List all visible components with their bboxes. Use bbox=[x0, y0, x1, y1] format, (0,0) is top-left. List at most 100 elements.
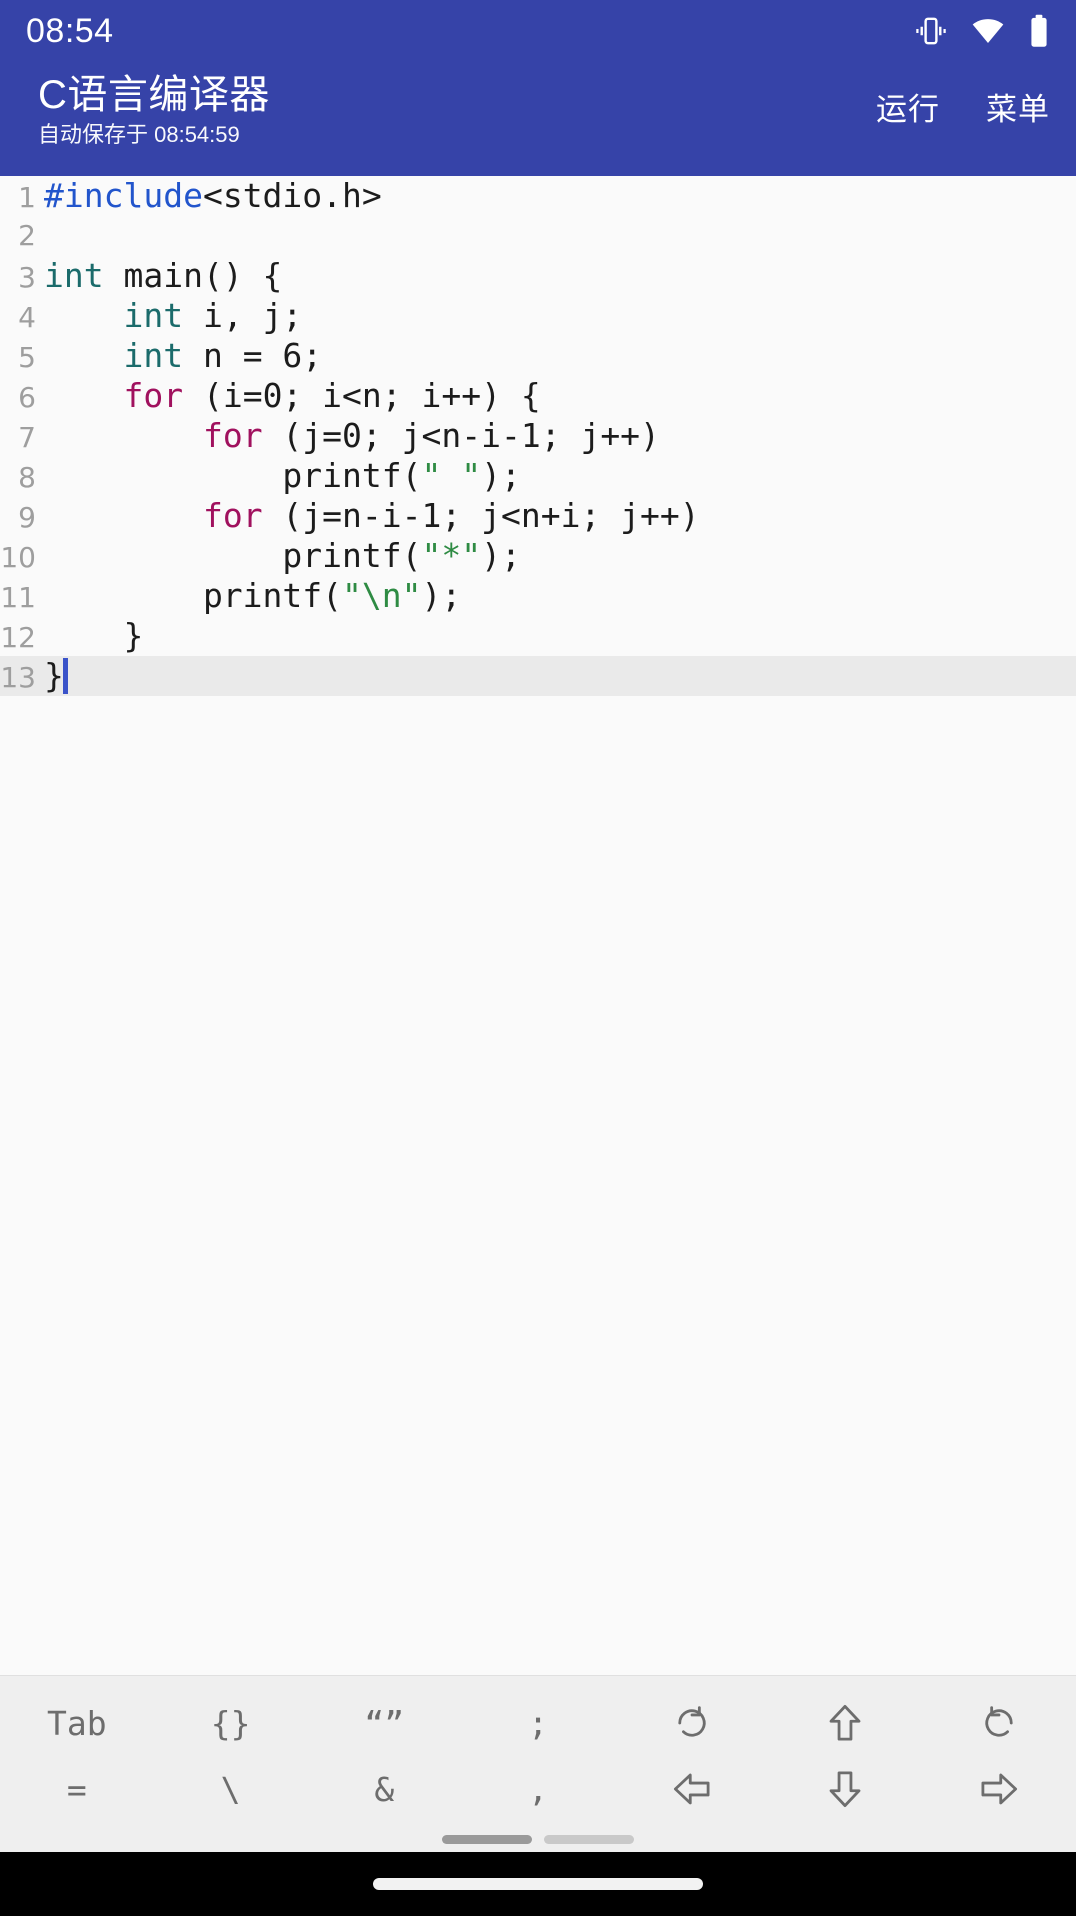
menu-button[interactable]: 菜单 bbox=[986, 84, 1050, 129]
code-line[interactable]: 4 int i, j; bbox=[0, 296, 1076, 336]
line-number: 9 bbox=[18, 501, 36, 534]
code-line-text[interactable]: for (j=n-i-1; j<n+i; j++) bbox=[36, 496, 1076, 536]
scroll-segment-inactive bbox=[544, 1834, 634, 1844]
undo-icon bbox=[671, 1702, 713, 1744]
key-braces-label: {} bbox=[210, 1703, 251, 1743]
key-arrow-down[interactable] bbox=[769, 1756, 923, 1822]
key-redo[interactable] bbox=[922, 1690, 1076, 1756]
code-line-text[interactable]: printf(" "); bbox=[36, 456, 1076, 496]
line-number: 10 bbox=[0, 541, 36, 574]
app-bar-actions: 运行 菜单 bbox=[876, 70, 1050, 129]
line-number: 11 bbox=[0, 581, 36, 614]
code-line[interactable]: 5 int n = 6; bbox=[0, 336, 1076, 376]
code-token-plain: (j=n-i-1; j<n+i; j++) bbox=[262, 496, 700, 535]
code-line[interactable]: 12 } bbox=[0, 616, 1076, 656]
key-comma[interactable]: , bbox=[461, 1756, 615, 1822]
code-token-plain: printf( bbox=[44, 536, 422, 575]
code-line-text[interactable]: int main() { bbox=[36, 256, 1076, 296]
code-editor[interactable]: 1 #include<stdio.h> 2 3 int main() {4 int i,… bbox=[0, 176, 1076, 1675]
battery-icon bbox=[1028, 14, 1050, 48]
key-equals[interactable]: = bbox=[0, 1756, 154, 1822]
code-token-plain: ); bbox=[481, 456, 521, 495]
code-token-str: "\n" bbox=[342, 576, 422, 615]
code-line-text[interactable]: } bbox=[36, 656, 1076, 696]
code-line[interactable]: 2 bbox=[0, 216, 1076, 256]
key-semicolon-label: ; bbox=[528, 1703, 548, 1743]
status-bar: 08:54 bbox=[0, 0, 1076, 62]
code-line[interactable]: 9 for (j=n-i-1; j<n+i; j++) bbox=[0, 496, 1076, 536]
line-number: 8 bbox=[18, 461, 36, 494]
key-quotes[interactable]: “” bbox=[307, 1690, 461, 1756]
page-title: C语言编译器 bbox=[38, 73, 270, 117]
code-token-plain: } bbox=[44, 616, 144, 655]
status-clock: 08:54 bbox=[26, 11, 114, 50]
code-line-text[interactable]: for (j=0; j<n-i-1; j++) bbox=[36, 416, 1076, 456]
key-tab[interactable]: Tab bbox=[0, 1690, 154, 1756]
code-token-type: int bbox=[123, 336, 184, 375]
key-equals-label: = bbox=[66, 1769, 87, 1809]
arrow-left-icon bbox=[671, 1768, 713, 1810]
code-line-text[interactable]: int n = 6; bbox=[36, 336, 1076, 376]
code-token-plain: } bbox=[44, 656, 64, 695]
code-line-text[interactable]: #include<stdio.h> bbox=[36, 176, 1076, 216]
key-arrow-left[interactable] bbox=[615, 1756, 769, 1822]
code-line-text[interactable]: } bbox=[36, 616, 1076, 656]
key-toolbar: Tab {} “”; = \ &, bbox=[0, 1675, 1076, 1852]
key-undo[interactable] bbox=[615, 1690, 769, 1756]
code-area[interactable]: 1 #include<stdio.h> 2 3 int main() {4 int i,… bbox=[0, 176, 1076, 696]
line-number: 13 bbox=[0, 661, 36, 694]
code-line[interactable]: 13} bbox=[0, 656, 1076, 696]
home-gesture-pill[interactable] bbox=[373, 1878, 703, 1890]
run-button[interactable]: 运行 bbox=[876, 84, 940, 129]
code-line[interactable]: 8 printf(" "); bbox=[0, 456, 1076, 496]
key-toolbar-row-2: = \ &, bbox=[0, 1756, 1076, 1822]
code-line[interactable]: 6 for (i=0; i<n; i++) { bbox=[0, 376, 1076, 416]
code-line[interactable]: 7 for (j=0; j<n-i-1; j++) bbox=[0, 416, 1076, 456]
code-line[interactable]: 1 #include<stdio.h> bbox=[0, 176, 1076, 216]
key-tab-label: Tab bbox=[47, 1703, 107, 1743]
key-backslash[interactable]: \ bbox=[154, 1756, 308, 1822]
line-number: 4 bbox=[18, 301, 36, 334]
key-toolbar-scroll-indicator[interactable] bbox=[0, 1822, 1076, 1852]
key-ampersand[interactable]: & bbox=[307, 1756, 461, 1822]
code-line-text[interactable]: for (i=0; i<n; i++) { bbox=[36, 376, 1076, 416]
line-number: 3 bbox=[18, 261, 36, 294]
app-bar-titles: C语言编译器 自动保存于 08:54:59 bbox=[38, 70, 270, 150]
text-cursor bbox=[62, 658, 68, 694]
key-braces[interactable]: {} bbox=[154, 1690, 308, 1756]
code-token-pre: #include bbox=[44, 176, 203, 215]
code-token-type: int bbox=[44, 256, 104, 295]
code-token-plain: n = 6; bbox=[183, 336, 323, 375]
code-line-text[interactable]: int i, j; bbox=[36, 296, 1076, 336]
code-line-text[interactable]: printf("\n"); bbox=[36, 576, 1076, 616]
key-arrow-right[interactable] bbox=[922, 1756, 1076, 1822]
key-semicolon[interactable]: ; bbox=[461, 1690, 615, 1756]
code-token-type: int bbox=[123, 296, 184, 335]
vibrate-icon bbox=[914, 14, 948, 48]
app-bar: C语言编译器 自动保存于 08:54:59 运行 菜单 bbox=[0, 62, 1076, 176]
code-token-plain: main() { bbox=[103, 256, 283, 295]
key-arrow-up[interactable] bbox=[769, 1690, 923, 1756]
code-line[interactable]: 11 printf("\n"); bbox=[0, 576, 1076, 616]
code-token-plain: <stdio.h> bbox=[202, 176, 382, 215]
key-ampersand-label: & bbox=[374, 1769, 395, 1809]
arrow-down-icon bbox=[824, 1768, 866, 1810]
code-token-kw: for bbox=[202, 496, 263, 535]
code-token-plain: (j=0; j<n-i-1; j++) bbox=[262, 416, 660, 455]
arrow-up-icon bbox=[824, 1702, 866, 1744]
line-number: 5 bbox=[18, 341, 36, 374]
code-token-str: "*" bbox=[421, 536, 482, 575]
line-number: 1 bbox=[18, 181, 36, 214]
code-line[interactable]: 10 printf("*"); bbox=[0, 536, 1076, 576]
code-token-plain: ); bbox=[421, 576, 462, 615]
code-line-text[interactable]: printf("*"); bbox=[36, 536, 1076, 576]
code-line[interactable]: 3 int main() { bbox=[0, 256, 1076, 296]
code-token-str: " " bbox=[421, 456, 482, 495]
code-token-kw: for bbox=[202, 416, 263, 455]
code-token-plain: (i=0; i<n; i++) { bbox=[183, 376, 541, 415]
